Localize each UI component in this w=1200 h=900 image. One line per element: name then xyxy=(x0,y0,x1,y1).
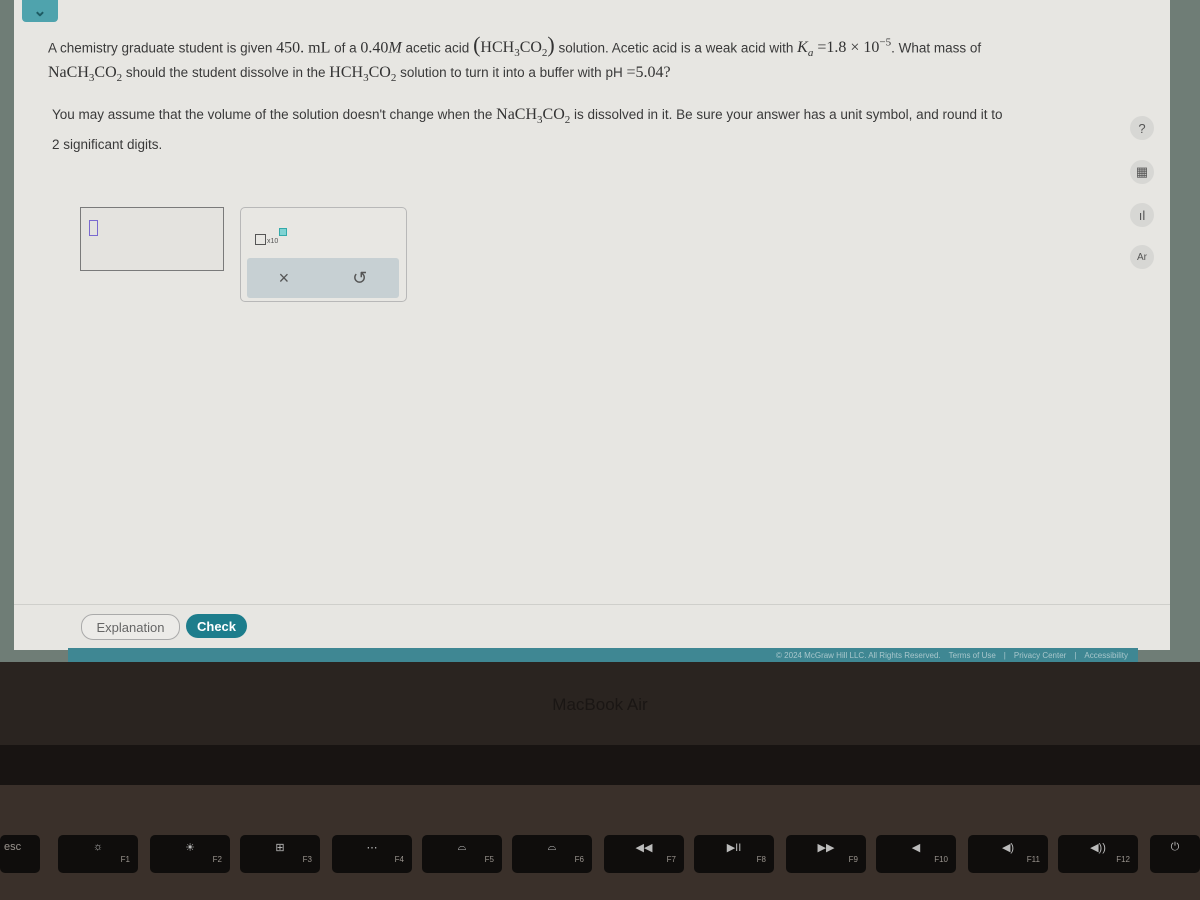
calculator-icon: ▦ xyxy=(1135,164,1149,179)
question-line-3: You may assume that the volume of the so… xyxy=(52,106,1003,126)
question-mark-icon: ? xyxy=(1138,120,1146,136)
collapse-button[interactable]: ⌄ xyxy=(22,0,58,22)
key-label: F5 xyxy=(484,855,494,864)
input-placeholder-box xyxy=(89,220,98,236)
question-line-4: 2 significant digits. xyxy=(52,137,163,152)
key-icon: ⌓ xyxy=(547,841,557,853)
divider xyxy=(14,604,1170,605)
key-label: F10 xyxy=(934,855,948,864)
key-label: esc xyxy=(4,841,22,853)
key-f4[interactable]: ⋯ F4 xyxy=(332,835,412,873)
question-line-2: NaCH3CO2 should the student dissolve in … xyxy=(48,64,671,84)
key-label: F9 xyxy=(848,855,858,864)
key-f10[interactable]: ◀ F10 xyxy=(876,835,956,873)
explanation-button[interactable]: Explanation xyxy=(81,614,180,640)
key-icon: ☀ xyxy=(185,842,195,854)
key-label: F4 xyxy=(394,855,404,864)
key-icon: ◀)) xyxy=(1090,842,1106,854)
key-esc[interactable]: esc xyxy=(0,835,40,873)
scientific-notation-button[interactable]: x10 xyxy=(255,228,288,245)
key-label: F7 xyxy=(666,855,676,864)
footer: © 2024 McGraw Hill LLC. All Rights Reser… xyxy=(68,648,1138,662)
clear-button[interactable]: × xyxy=(279,268,290,289)
base-box-icon xyxy=(255,234,266,245)
key-label: F11 xyxy=(1026,855,1040,864)
key-label: F8 xyxy=(756,855,766,864)
palette-actions: × ↺ xyxy=(247,258,399,298)
chevron-down-icon: ⌄ xyxy=(33,3,47,20)
exponent-box-icon xyxy=(279,228,288,236)
bezel xyxy=(0,745,1200,785)
key-f12[interactable]: ◀)) F12 xyxy=(1058,835,1138,873)
key-icon: ◀◀ xyxy=(635,842,653,854)
undo-button[interactable]: ↺ xyxy=(352,268,367,289)
key-icon: ⊞ xyxy=(275,842,285,854)
key-f9[interactable]: ▶▶ F9 xyxy=(786,835,866,873)
key-f3[interactable]: ⊞ F3 xyxy=(240,835,320,873)
terms-link[interactable]: Terms of Use xyxy=(949,651,996,660)
answer-input[interactable] xyxy=(80,207,224,271)
key-label: F2 xyxy=(212,855,222,864)
periodic-table-icon: Ar xyxy=(1137,251,1147,263)
key-f6[interactable]: ⌓ F6 xyxy=(512,835,592,873)
key-label: F6 xyxy=(574,855,584,864)
question-line-1: A chemistry graduate student is given 45… xyxy=(48,32,982,60)
key-icon: ⋯ xyxy=(366,842,378,854)
privacy-link[interactable]: Privacy Center xyxy=(1014,651,1066,660)
copyright: © 2024 McGraw Hill LLC. All Rights Reser… xyxy=(776,650,941,660)
data-button[interactable]: ıl xyxy=(1130,203,1154,227)
key-f11[interactable]: ◀) F11 xyxy=(968,835,1048,873)
question-page xyxy=(14,0,1170,650)
key-f2[interactable]: ☀ F2 xyxy=(150,835,230,873)
key-label: F12 xyxy=(1116,855,1130,864)
periodic-table-button[interactable]: Ar xyxy=(1130,245,1154,269)
check-button[interactable]: Check xyxy=(186,614,247,638)
key-icon: ◀ xyxy=(911,842,921,854)
math-palette: x10 × ↺ xyxy=(240,207,407,302)
screen: ⌄ A chemistry graduate student is given … xyxy=(0,0,1200,662)
bar-chart-icon: ıl xyxy=(1138,207,1146,223)
key-icon: ▶II xyxy=(726,842,742,854)
accessibility-link[interactable]: Accessibility xyxy=(1084,651,1128,660)
key-icon: ☼ xyxy=(92,841,104,853)
device-label: MacBook Air xyxy=(552,695,648,714)
key-f8[interactable]: ▶II F8 xyxy=(694,835,774,873)
key-label: F3 xyxy=(302,855,312,864)
calculator-button[interactable]: ▦ xyxy=(1130,160,1154,184)
key-f5[interactable]: ⌓ F5 xyxy=(422,835,502,873)
key-icon: ⌓ xyxy=(457,841,467,853)
key-f1[interactable]: ☼ F1 xyxy=(58,835,138,873)
key-label: F1 xyxy=(120,855,130,864)
key-icon: ⏻ xyxy=(1170,841,1180,853)
key-icon: ◀) xyxy=(1001,842,1015,854)
key-power[interactable]: ⏻ xyxy=(1150,835,1200,873)
key-icon: ▶▶ xyxy=(817,842,835,854)
help-button[interactable]: ? xyxy=(1130,116,1154,140)
key-f7[interactable]: ◀◀ F7 xyxy=(604,835,684,873)
